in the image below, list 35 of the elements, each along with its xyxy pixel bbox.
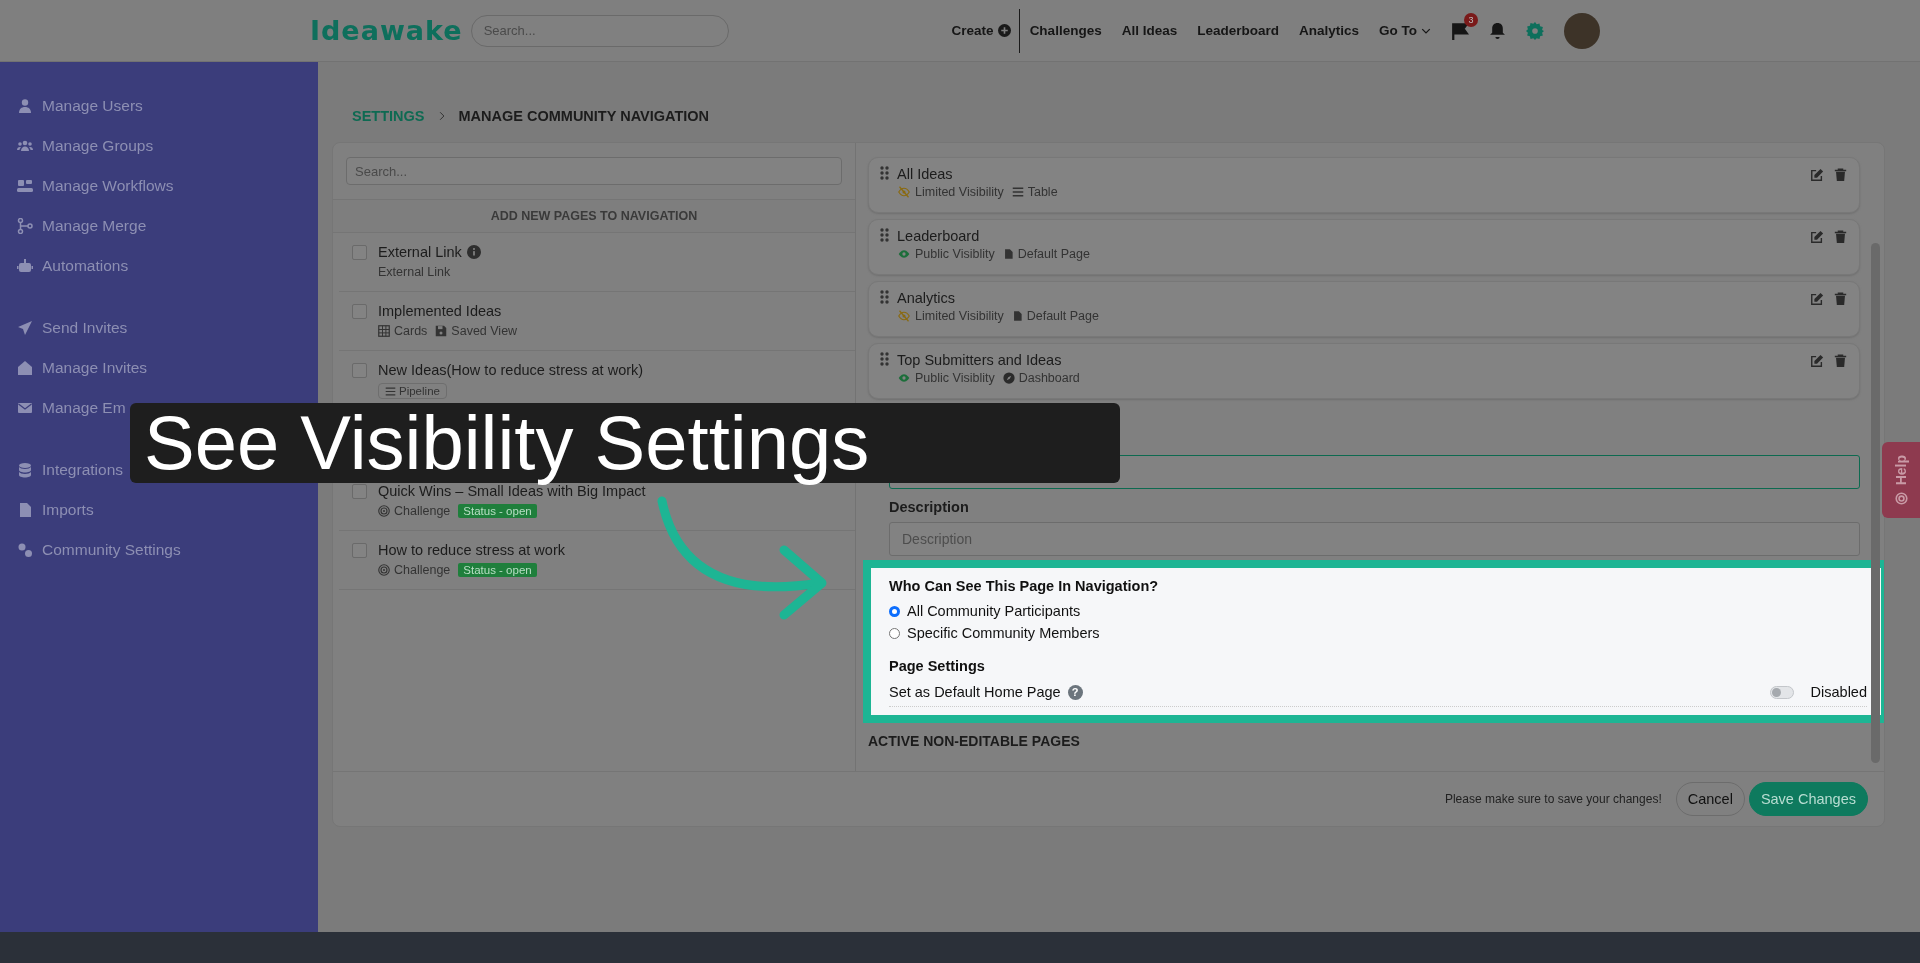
- page-name: Implemented Ideas: [378, 303, 502, 319]
- page-title: MANAGE COMMUNITY NAVIGATION: [458, 108, 710, 124]
- page-name: Analytics: [897, 290, 957, 306]
- visibility-label: Limited Visibility: [915, 309, 1004, 323]
- page-name: How to reduce stress at work: [378, 542, 565, 558]
- view-type: Cards: [394, 324, 428, 338]
- section-heading: Page Settings: [889, 658, 986, 674]
- save-reminder: Please make sure to save your changes!: [1444, 792, 1662, 806]
- section-heading: ADD NEW PAGES TO NAVIGATION: [333, 199, 855, 233]
- page-name: All Ideas: [897, 166, 954, 182]
- page-type: Default Page: [1017, 247, 1090, 261]
- page-name: New Ideas(How to reduce stress at work): [378, 362, 644, 378]
- page-name: External Link: [378, 244, 462, 260]
- view-type: Saved View: [451, 324, 518, 338]
- visibility-label: Public Visiblity: [915, 247, 995, 261]
- tour-tooltip: See Visibility Settings: [130, 403, 1120, 483]
- page-type: Challenge: [394, 563, 451, 577]
- status-tag: Status - open: [458, 504, 537, 518]
- page-type: Table: [1027, 185, 1058, 199]
- field-label: Description: [889, 499, 970, 515]
- setting-label: Set as Default Home Page: [889, 684, 1061, 700]
- page-type: Default Page: [1026, 309, 1099, 323]
- page-subtitle: External Link: [378, 265, 451, 279]
- page-type: Challenge: [394, 504, 451, 518]
- pipeline-tag: Pipeline: [378, 383, 447, 399]
- page-type: Dashboard: [1018, 371, 1080, 385]
- page-name: Top Submitters and Ideas: [897, 352, 1063, 368]
- visibility-label: Limited Visibility: [915, 185, 1004, 199]
- status-tag: Status - open: [458, 563, 537, 577]
- section-heading: ACTIVE NON-EDITABLE PAGES: [867, 732, 1081, 749]
- question-label: Who Can See This Page In Navigation?: [889, 578, 1160, 594]
- toggle-state: Disabled: [1810, 684, 1867, 700]
- page-name: Leaderboard: [897, 228, 981, 244]
- notification-badge: 3: [1464, 12, 1478, 27]
- visibility-label: Public Visiblity: [915, 371, 995, 385]
